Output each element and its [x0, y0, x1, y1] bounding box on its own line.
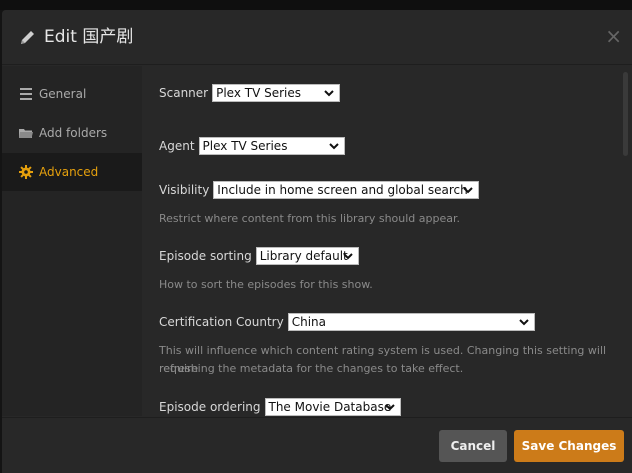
modal-title: Edit 国产剧: [44, 27, 134, 47]
sidebar-item-label: Advanced: [39, 165, 99, 179]
visibility-row: Visibility Include in home screen and gl…: [159, 181, 480, 199]
scanner-label: Scanner: [159, 86, 209, 100]
chevron-down-icon: [343, 253, 353, 260]
visibility-help: Restrict where content from this library…: [159, 212, 461, 225]
advanced-settings-panel: Scanner Plex TV Series Agent Plex TV Ser…: [143, 66, 621, 416]
folder-icon: [19, 129, 33, 138]
chevron-down-icon: [519, 319, 529, 326]
certification-country-select[interactable]: China: [287, 313, 535, 331]
certification-country-help-line2: refreshing the metadata for the changes …: [159, 362, 464, 375]
sidebar-item-general[interactable]: General: [2, 75, 142, 113]
agent-select[interactable]: Plex TV Series: [198, 137, 345, 155]
scanner-row: Scanner Plex TV Series: [159, 84, 341, 102]
modal-header: Edit 国产剧 ×: [2, 10, 632, 65]
list-icon: [20, 88, 32, 100]
sidebar-item-label: Add folders: [39, 126, 108, 140]
agent-value: Plex TV Series: [202, 139, 288, 153]
cancel-button[interactable]: Cancel: [439, 430, 507, 462]
certification-country-label: Certification Country: [159, 315, 284, 329]
gear-icon: [19, 165, 33, 179]
episode-ordering-select[interactable]: The Movie Database: [264, 398, 401, 416]
visibility-label: Visibility: [159, 183, 210, 197]
episode-ordering-row: Episode ordering The Movie Database: [159, 398, 401, 416]
visibility-value: Include in home screen and global search: [217, 183, 468, 197]
episode-sorting-select[interactable]: Library default: [255, 247, 359, 265]
close-icon[interactable]: ×: [605, 24, 622, 48]
chevron-down-icon: [384, 404, 395, 411]
sidebar-item-add-folders[interactable]: Add folders: [2, 114, 142, 152]
episode-sorting-value: Library default: [259, 249, 348, 263]
episode-sorting-row: Episode sorting Library default: [159, 247, 359, 265]
pencil-icon: [21, 31, 34, 44]
sidebar-item-label: General: [39, 87, 87, 101]
content-scrollbar[interactable]: [621, 66, 632, 416]
visibility-select[interactable]: Include in home screen and global search: [213, 181, 480, 199]
modal-footer: Cancel Save Changes: [2, 417, 632, 473]
scanner-select[interactable]: Plex TV Series: [212, 84, 341, 102]
edit-library-modal: Edit 国产剧 × General Add folders Advanced …: [2, 10, 632, 473]
certification-country-value: China: [291, 315, 326, 329]
scrollbar-thumb[interactable]: [623, 72, 628, 156]
agent-label: Agent: [159, 139, 195, 153]
scanner-value: Plex TV Series: [216, 86, 302, 100]
chevron-down-icon: [324, 90, 334, 97]
episode-sorting-label: Episode sorting: [159, 249, 252, 263]
agent-row: Agent Plex TV Series: [159, 137, 345, 155]
certification-country-row: Certification Country China: [159, 313, 535, 331]
sidebar-item-advanced[interactable]: Advanced: [2, 153, 142, 191]
save-changes-button[interactable]: Save Changes: [514, 430, 624, 462]
episode-sorting-help: How to sort the episodes for this show.: [159, 278, 373, 291]
sidebar: General Add folders Advanced: [2, 66, 142, 416]
chevron-down-icon: [328, 143, 339, 150]
chevron-down-icon: [463, 187, 474, 194]
episode-ordering-value: The Movie Database: [268, 400, 392, 414]
top-bar: [0, 0, 632, 10]
episode-ordering-label: Episode ordering: [159, 400, 261, 414]
